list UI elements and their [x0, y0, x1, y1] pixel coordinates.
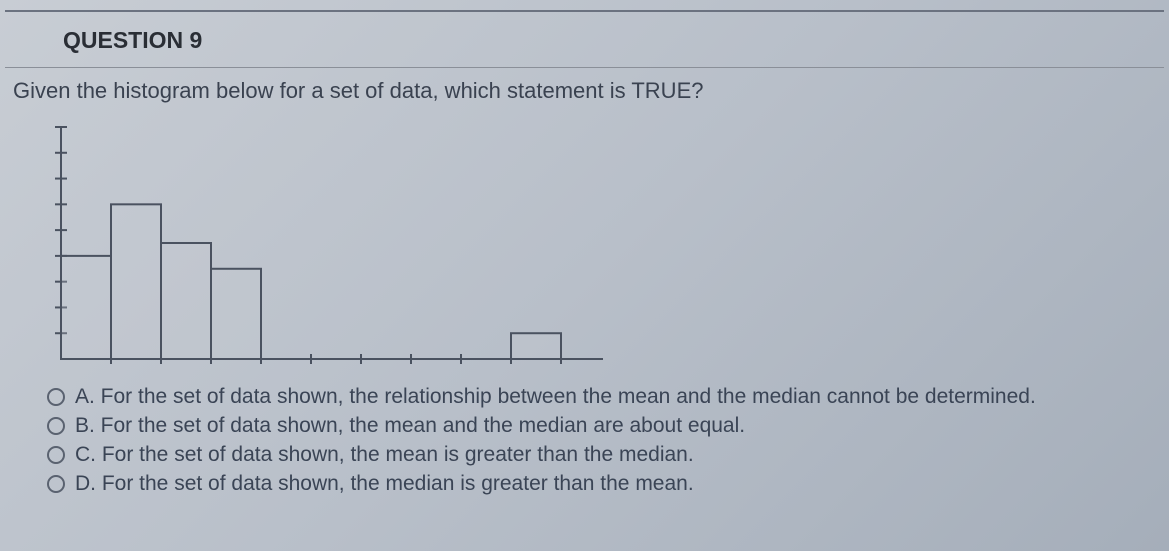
radio-b[interactable]	[47, 417, 65, 435]
top-divider	[5, 10, 1164, 12]
question-header: QUESTION 9	[5, 15, 1164, 59]
radio-c[interactable]	[47, 446, 65, 464]
option-a-label: A. For the set of data shown, the relati…	[75, 385, 1036, 409]
radio-a[interactable]	[47, 388, 65, 406]
histogram-chart	[43, 122, 603, 377]
option-d-label: D. For the set of data shown, the median…	[75, 472, 694, 496]
option-b-label: B. For the set of data shown, the mean a…	[75, 414, 745, 438]
options-list: A. For the set of data shown, the relati…	[47, 385, 1164, 496]
option-b: B. For the set of data shown, the mean a…	[47, 414, 1164, 438]
question-container: QUESTION 9 Given the histogram below for…	[0, 0, 1169, 496]
option-a: A. For the set of data shown, the relati…	[47, 385, 1164, 409]
radio-d[interactable]	[47, 475, 65, 493]
histogram-svg	[43, 122, 603, 377]
question-prompt: Given the histogram below for a set of d…	[5, 68, 1164, 104]
option-d: D. For the set of data shown, the median…	[47, 472, 1164, 496]
option-c: C. For the set of data shown, the mean i…	[47, 443, 1164, 467]
option-c-label: C. For the set of data shown, the mean i…	[75, 443, 694, 467]
